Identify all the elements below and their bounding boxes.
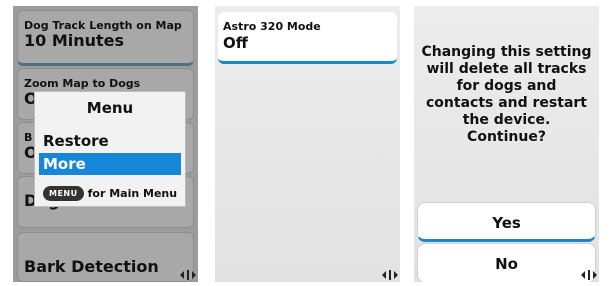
menu-option-restore-defaults[interactable]: Restore Defaults	[39, 130, 181, 172]
screen-astro-mode: Astro 320 Mode Off	[215, 6, 400, 282]
item-label: Astro 320 Mode	[223, 20, 321, 33]
message-line: Changing this setting	[421, 44, 592, 60]
message-line: Continue?	[467, 129, 546, 145]
message-line: the device.	[462, 112, 551, 128]
list-item-astro-mode[interactable]: Astro 320 Mode Off	[218, 12, 397, 64]
item-value: Off	[223, 34, 248, 52]
menu-option-more[interactable]: More	[39, 153, 181, 175]
message-line: for dogs and	[456, 78, 557, 94]
scroll-arrows-icon[interactable]	[180, 270, 196, 280]
menu-hint-text: for Main Menu	[87, 187, 178, 200]
menu-popup: Menu Restore Defaults More MENU for Main…	[34, 91, 186, 207]
scroll-arrows-icon[interactable]	[382, 270, 398, 280]
menu-hint: MENU for Main Menu	[43, 186, 177, 201]
menu-button-icon: MENU	[43, 186, 84, 201]
scroll-arrows-icon[interactable]	[581, 270, 597, 280]
message-line: will delete all tracks	[426, 61, 587, 77]
item-label: Zoom Map to Dogs	[24, 77, 141, 90]
confirm-message: Changing this setting will delete all tr…	[420, 44, 593, 146]
screen-confirm-dialog: Changing this setting will delete all tr…	[414, 6, 599, 282]
screen-settings-menu: Dog Track Length on Map 10 Minutes Zoom …	[13, 6, 198, 282]
yes-button[interactable]: Yes	[417, 202, 596, 242]
list-item-bark-detection[interactable]: Bark Detection	[17, 232, 194, 282]
list-item-track-length[interactable]: Dog Track Length on Map 10 Minutes	[17, 10, 194, 66]
item-label: Bark Detection	[24, 257, 159, 276]
menu-title: Menu	[86, 99, 134, 117]
item-value: 10 Minutes	[24, 31, 125, 50]
no-button[interactable]: No	[417, 243, 596, 282]
message-line: contacts and restart	[426, 95, 587, 111]
